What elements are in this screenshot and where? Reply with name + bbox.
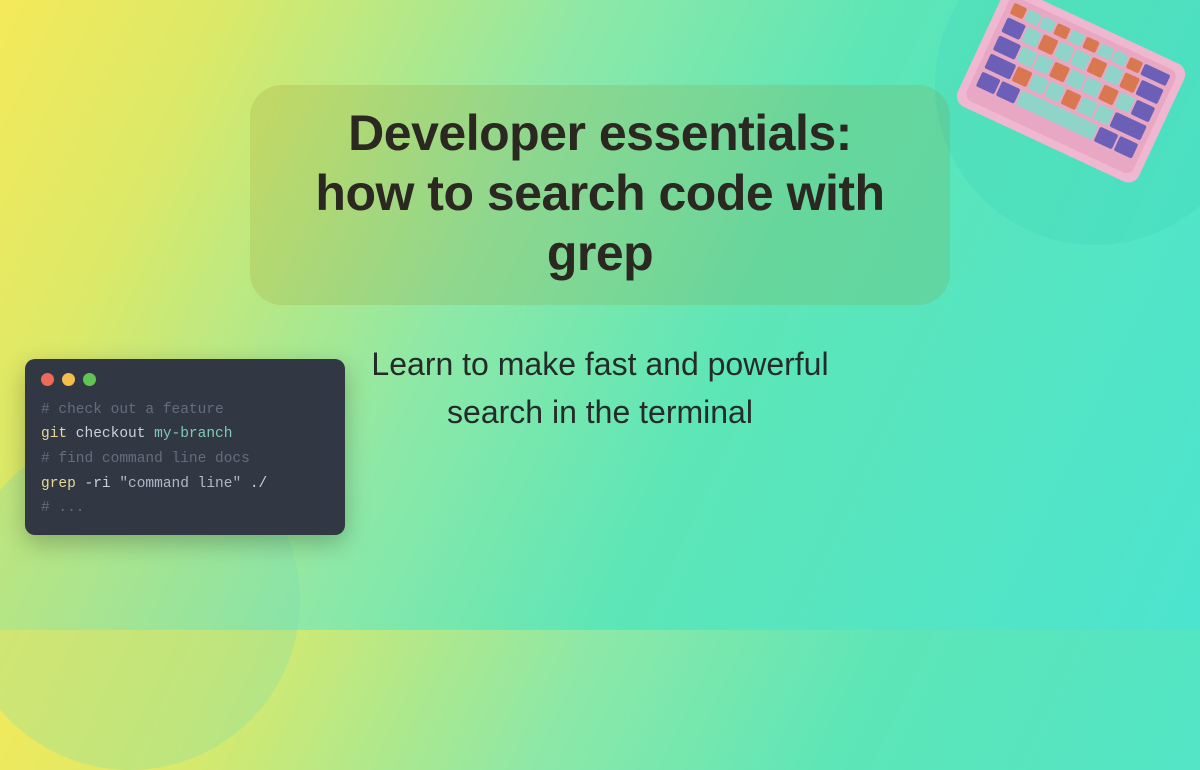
maximize-dot-icon [83, 373, 96, 386]
page-title: Developer essentials: how to search code… [300, 103, 900, 283]
title-container: Developer essentials: how to search code… [250, 85, 950, 305]
terminal-line: # ... [41, 496, 329, 521]
terminal-window: # check out a featuregit checkout my-bra… [25, 359, 345, 535]
minimize-dot-icon [62, 373, 75, 386]
terminal-line: # find command line docs [41, 447, 329, 472]
page-subtitle: Learn to make fast and powerful search i… [320, 340, 880, 436]
terminal-line: grep -ri "command line" ./ [41, 472, 329, 497]
terminal-controls [41, 373, 329, 386]
terminal-line: git checkout my-branch [41, 422, 329, 447]
close-dot-icon [41, 373, 54, 386]
terminal-line: # check out a feature [41, 398, 329, 423]
subtitle-container: Learn to make fast and powerful search i… [320, 340, 880, 436]
terminal-body: # check out a featuregit checkout my-bra… [41, 398, 329, 521]
